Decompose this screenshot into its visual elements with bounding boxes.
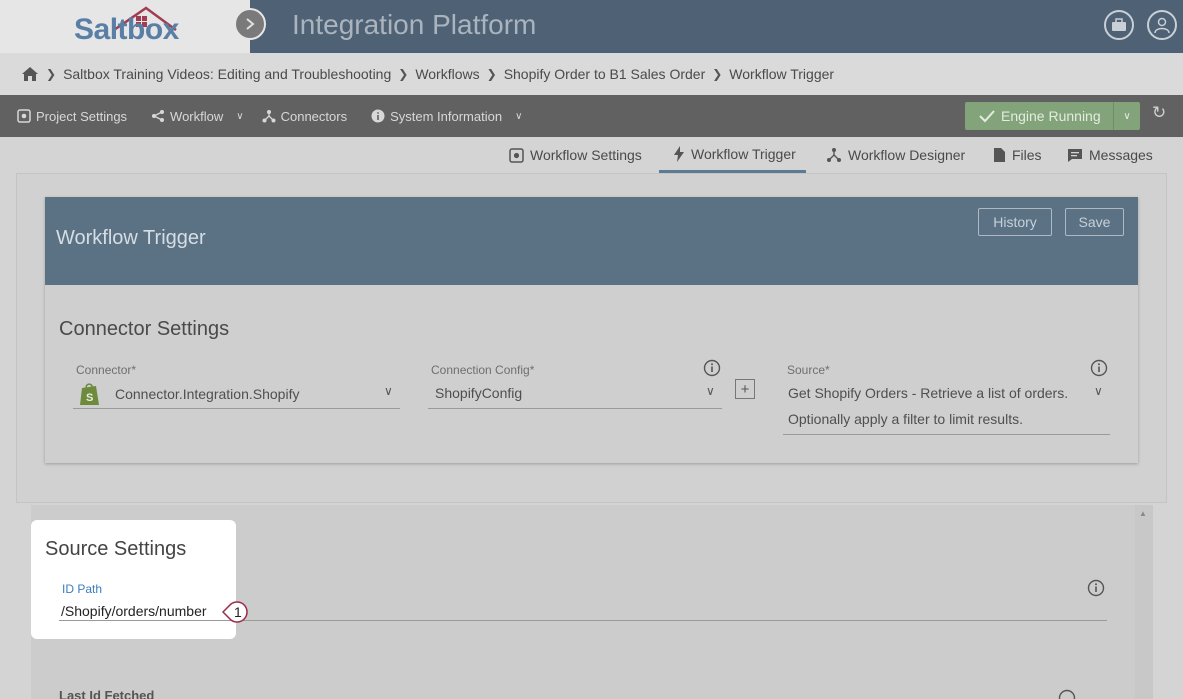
nav-workflow[interactable]: Workflow ∨ (151, 109, 244, 124)
plus-icon: + (740, 380, 750, 398)
briefcase-button[interactable] (1104, 10, 1134, 40)
info-icon (371, 109, 385, 123)
chevron-right-icon: ❯ (486, 67, 497, 81)
user-account-button[interactable] (1147, 10, 1177, 40)
callout-number: 1 (234, 604, 242, 620)
tab-label: Files (1012, 147, 1042, 163)
home-icon[interactable] (21, 66, 39, 82)
tab-label: Workflow Settings (530, 147, 642, 163)
breadcrumb-item-current: Workflow Trigger (729, 66, 835, 82)
refresh-icon[interactable]: ↻ (1152, 103, 1166, 123)
connector-select[interactable]: Connector.Integration.Shopify (115, 386, 299, 402)
id-path-label: ID Path (62, 582, 103, 596)
engine-status-label: Engine Running (1001, 108, 1101, 124)
connection-config-select[interactable]: ShopifyConfig (435, 385, 522, 401)
nav-label: Workflow (170, 108, 224, 124)
lightning-icon (674, 145, 684, 162)
share-icon (152, 110, 165, 122)
engine-status-button[interactable]: Engine Running ∨ (965, 102, 1140, 130)
chevron-down-icon[interactable]: ∨ (1113, 102, 1140, 130)
message-icon (1068, 148, 1082, 162)
source-settings-title: Source Settings (45, 538, 187, 560)
tab-workflow-designer[interactable]: Workflow Designer (826, 137, 965, 173)
source-underline (783, 434, 1110, 435)
chevron-down-icon[interactable]: ∨ (706, 384, 715, 398)
info-icon[interactable] (1087, 579, 1105, 597)
breadcrumb-item[interactable]: Workflows (415, 66, 479, 82)
chevron-right-icon: ❯ (712, 67, 723, 81)
gear-icon (17, 109, 31, 123)
id-path-underline (59, 620, 1107, 621)
breadcrumb-item[interactable]: Saltbox Training Videos: Editing and Tro… (63, 66, 391, 82)
history-button[interactable]: History (978, 208, 1052, 236)
nav-project-settings[interactable]: Project Settings (17, 109, 127, 124)
info-icon[interactable] (1090, 359, 1108, 377)
hierarchy-icon (827, 148, 841, 162)
app-title: Integration Platform (292, 9, 537, 40)
nav-system-information[interactable]: System Information ∨ (371, 109, 522, 124)
breadcrumb-item[interactable]: Shopify Order to B1 Sales Order (504, 66, 706, 82)
id-path-input[interactable]: /Shopify/orders/number (61, 603, 207, 619)
breadcrumb: ❯ Saltbox Training Videos: Editing and T… (0, 53, 1183, 95)
nav-label: Connectors (280, 108, 348, 124)
source-select-line1[interactable]: Get Shopify Orders - Retrieve a list of … (788, 385, 1068, 401)
gear-icon (509, 147, 524, 163)
scrollbar[interactable] (1135, 505, 1153, 699)
sidebar-toggle-button[interactable] (234, 8, 266, 40)
tab-bar: Workflow Settings Workflow Trigger Workf… (0, 137, 1183, 173)
tab-label: Workflow Designer (848, 147, 966, 163)
tab-messages[interactable]: Messages (1067, 137, 1153, 173)
chevron-down-icon: ∨ (515, 110, 523, 122)
connectors-icon (262, 110, 276, 123)
tab-label: Workflow Trigger (691, 145, 796, 162)
briefcase-icon (1112, 18, 1126, 31)
source-select-line2[interactable]: Optionally apply a filter to limit resul… (788, 411, 1023, 427)
scroll-up-arrow-icon[interactable]: ▲ (1139, 509, 1147, 518)
file-icon (994, 148, 1005, 162)
tab-files[interactable]: Files (993, 137, 1042, 173)
shopify-icon: S (80, 383, 99, 405)
source-label: Source* (787, 363, 830, 377)
logo: Saltbox (74, 13, 179, 46)
info-icon[interactable] (703, 359, 721, 377)
chevron-right-icon (246, 18, 255, 30)
save-button[interactable]: Save (1065, 208, 1124, 236)
chevron-down-icon: ∨ (236, 110, 244, 122)
nav-connectors[interactable]: Connectors (262, 109, 347, 124)
user-icon (1154, 17, 1170, 34)
tab-workflow-settings[interactable]: Workflow Settings (509, 137, 642, 173)
connector-settings-title: Connector Settings (59, 318, 230, 340)
chevron-down-icon[interactable]: ∨ (384, 384, 393, 398)
chevron-right-icon: ❯ (46, 67, 57, 81)
connector-underline (73, 408, 400, 409)
card-header (45, 197, 1138, 285)
chevron-right-icon: ❯ (398, 67, 409, 81)
connection-config-label: Connection Config* (431, 363, 535, 377)
connector-label: Connector* (76, 363, 137, 377)
info-icon[interactable] (1058, 689, 1076, 699)
check-icon (979, 110, 995, 123)
tab-label: Messages (1089, 147, 1153, 163)
tab-workflow-trigger[interactable]: Workflow Trigger (659, 137, 806, 173)
svg-text:S: S (86, 392, 93, 404)
nav-label: System Information (390, 108, 503, 124)
add-config-button[interactable]: + (735, 379, 755, 399)
connection-config-underline (428, 408, 722, 409)
card-title: Workflow Trigger (56, 227, 206, 249)
last-id-fetched-label: Last Id Fetched (59, 688, 155, 699)
logo-area[interactable]: Saltbox (0, 0, 250, 53)
nav-label: Project Settings (36, 108, 128, 124)
chevron-down-icon[interactable]: ∨ (1094, 384, 1103, 398)
